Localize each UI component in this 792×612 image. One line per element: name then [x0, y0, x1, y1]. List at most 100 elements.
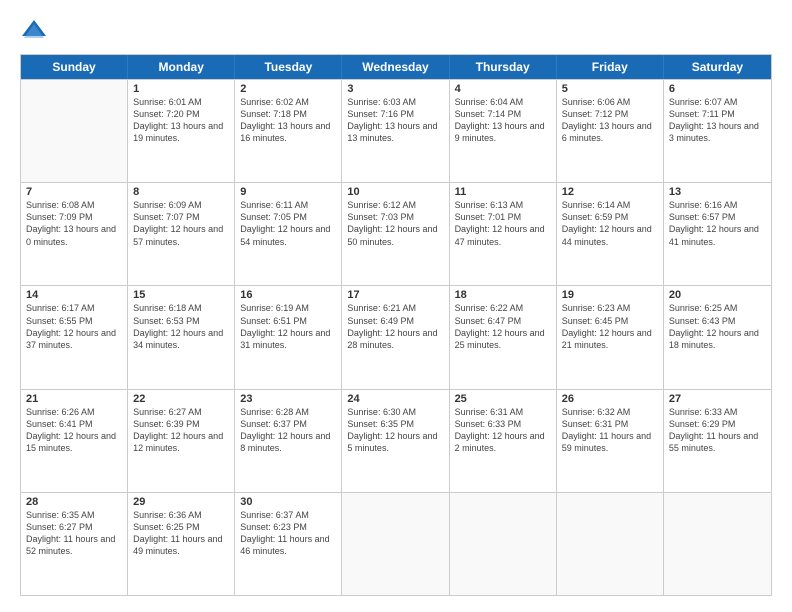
day-info: Sunrise: 6:06 AM Sunset: 7:12 PM Dayligh…: [562, 96, 658, 145]
day-info: Sunrise: 6:37 AM Sunset: 6:23 PM Dayligh…: [240, 509, 336, 558]
day-number: 15: [133, 289, 229, 301]
calendar-cell-r1-c5: 12Sunrise: 6:14 AM Sunset: 6:59 PM Dayli…: [557, 183, 664, 285]
day-number: 3: [347, 83, 443, 95]
calendar-cell-r4-c4: [450, 493, 557, 595]
calendar-row-5: 28Sunrise: 6:35 AM Sunset: 6:27 PM Dayli…: [21, 492, 771, 595]
weekday-header-monday: Monday: [128, 55, 235, 79]
page: SundayMondayTuesdayWednesdayThursdayFrid…: [0, 0, 792, 612]
calendar-cell-r0-c4: 4Sunrise: 6:04 AM Sunset: 7:14 PM Daylig…: [450, 80, 557, 182]
calendar-cell-r1-c2: 9Sunrise: 6:11 AM Sunset: 7:05 PM Daylig…: [235, 183, 342, 285]
calendar: SundayMondayTuesdayWednesdayThursdayFrid…: [20, 54, 772, 596]
calendar-cell-r4-c3: [342, 493, 449, 595]
calendar-cell-r2-c4: 18Sunrise: 6:22 AM Sunset: 6:47 PM Dayli…: [450, 286, 557, 388]
day-info: Sunrise: 6:04 AM Sunset: 7:14 PM Dayligh…: [455, 96, 551, 145]
day-info: Sunrise: 6:19 AM Sunset: 6:51 PM Dayligh…: [240, 302, 336, 351]
day-number: 17: [347, 289, 443, 301]
day-number: 27: [669, 393, 766, 405]
day-number: 29: [133, 496, 229, 508]
calendar-row-3: 14Sunrise: 6:17 AM Sunset: 6:55 PM Dayli…: [21, 285, 771, 388]
day-number: 19: [562, 289, 658, 301]
day-info: Sunrise: 6:31 AM Sunset: 6:33 PM Dayligh…: [455, 406, 551, 455]
calendar-cell-r1-c4: 11Sunrise: 6:13 AM Sunset: 7:01 PM Dayli…: [450, 183, 557, 285]
calendar-cell-r4-c1: 29Sunrise: 6:36 AM Sunset: 6:25 PM Dayli…: [128, 493, 235, 595]
calendar-cell-r1-c0: 7Sunrise: 6:08 AM Sunset: 7:09 PM Daylig…: [21, 183, 128, 285]
calendar-cell-r0-c6: 6Sunrise: 6:07 AM Sunset: 7:11 PM Daylig…: [664, 80, 771, 182]
day-info: Sunrise: 6:23 AM Sunset: 6:45 PM Dayligh…: [562, 302, 658, 351]
day-info: Sunrise: 6:18 AM Sunset: 6:53 PM Dayligh…: [133, 302, 229, 351]
day-info: Sunrise: 6:22 AM Sunset: 6:47 PM Dayligh…: [455, 302, 551, 351]
day-info: Sunrise: 6:36 AM Sunset: 6:25 PM Dayligh…: [133, 509, 229, 558]
calendar-cell-r3-c2: 23Sunrise: 6:28 AM Sunset: 6:37 PM Dayli…: [235, 390, 342, 492]
day-info: Sunrise: 6:16 AM Sunset: 6:57 PM Dayligh…: [669, 199, 766, 248]
day-info: Sunrise: 6:07 AM Sunset: 7:11 PM Dayligh…: [669, 96, 766, 145]
day-info: Sunrise: 6:14 AM Sunset: 6:59 PM Dayligh…: [562, 199, 658, 248]
day-number: 26: [562, 393, 658, 405]
calendar-body: 1Sunrise: 6:01 AM Sunset: 7:20 PM Daylig…: [21, 79, 771, 595]
calendar-header: SundayMondayTuesdayWednesdayThursdayFrid…: [21, 55, 771, 79]
day-info: Sunrise: 6:30 AM Sunset: 6:35 PM Dayligh…: [347, 406, 443, 455]
header: [20, 16, 772, 44]
day-number: 8: [133, 186, 229, 198]
day-number: 14: [26, 289, 122, 301]
day-info: Sunrise: 6:02 AM Sunset: 7:18 PM Dayligh…: [240, 96, 336, 145]
weekday-header-thursday: Thursday: [450, 55, 557, 79]
day-number: 11: [455, 186, 551, 198]
calendar-cell-r2-c5: 19Sunrise: 6:23 AM Sunset: 6:45 PM Dayli…: [557, 286, 664, 388]
calendar-cell-r0-c3: 3Sunrise: 6:03 AM Sunset: 7:16 PM Daylig…: [342, 80, 449, 182]
calendar-cell-r2-c0: 14Sunrise: 6:17 AM Sunset: 6:55 PM Dayli…: [21, 286, 128, 388]
day-number: 4: [455, 83, 551, 95]
day-info: Sunrise: 6:26 AM Sunset: 6:41 PM Dayligh…: [26, 406, 122, 455]
day-number: 10: [347, 186, 443, 198]
day-number: 2: [240, 83, 336, 95]
day-number: 24: [347, 393, 443, 405]
weekday-header-wednesday: Wednesday: [342, 55, 449, 79]
day-info: Sunrise: 6:28 AM Sunset: 6:37 PM Dayligh…: [240, 406, 336, 455]
calendar-cell-r2-c1: 15Sunrise: 6:18 AM Sunset: 6:53 PM Dayli…: [128, 286, 235, 388]
calendar-cell-r0-c2: 2Sunrise: 6:02 AM Sunset: 7:18 PM Daylig…: [235, 80, 342, 182]
day-number: 18: [455, 289, 551, 301]
calendar-cell-r4-c6: [664, 493, 771, 595]
weekday-header-sunday: Sunday: [21, 55, 128, 79]
day-number: 5: [562, 83, 658, 95]
calendar-cell-r3-c0: 21Sunrise: 6:26 AM Sunset: 6:41 PM Dayli…: [21, 390, 128, 492]
calendar-cell-r0-c1: 1Sunrise: 6:01 AM Sunset: 7:20 PM Daylig…: [128, 80, 235, 182]
calendar-cell-r2-c2: 16Sunrise: 6:19 AM Sunset: 6:51 PM Dayli…: [235, 286, 342, 388]
day-number: 21: [26, 393, 122, 405]
calendar-cell-r3-c4: 25Sunrise: 6:31 AM Sunset: 6:33 PM Dayli…: [450, 390, 557, 492]
calendar-cell-r4-c0: 28Sunrise: 6:35 AM Sunset: 6:27 PM Dayli…: [21, 493, 128, 595]
day-info: Sunrise: 6:27 AM Sunset: 6:39 PM Dayligh…: [133, 406, 229, 455]
day-info: Sunrise: 6:12 AM Sunset: 7:03 PM Dayligh…: [347, 199, 443, 248]
day-number: 22: [133, 393, 229, 405]
calendar-cell-r3-c6: 27Sunrise: 6:33 AM Sunset: 6:29 PM Dayli…: [664, 390, 771, 492]
day-number: 23: [240, 393, 336, 405]
day-number: 6: [669, 83, 766, 95]
day-info: Sunrise: 6:01 AM Sunset: 7:20 PM Dayligh…: [133, 96, 229, 145]
weekday-header-tuesday: Tuesday: [235, 55, 342, 79]
calendar-cell-r3-c3: 24Sunrise: 6:30 AM Sunset: 6:35 PM Dayli…: [342, 390, 449, 492]
calendar-row-1: 1Sunrise: 6:01 AM Sunset: 7:20 PM Daylig…: [21, 79, 771, 182]
day-info: Sunrise: 6:25 AM Sunset: 6:43 PM Dayligh…: [669, 302, 766, 351]
day-number: 28: [26, 496, 122, 508]
day-number: 13: [669, 186, 766, 198]
calendar-cell-r2-c6: 20Sunrise: 6:25 AM Sunset: 6:43 PM Dayli…: [664, 286, 771, 388]
day-number: 12: [562, 186, 658, 198]
day-info: Sunrise: 6:17 AM Sunset: 6:55 PM Dayligh…: [26, 302, 122, 351]
calendar-row-2: 7Sunrise: 6:08 AM Sunset: 7:09 PM Daylig…: [21, 182, 771, 285]
day-info: Sunrise: 6:35 AM Sunset: 6:27 PM Dayligh…: [26, 509, 122, 558]
day-info: Sunrise: 6:11 AM Sunset: 7:05 PM Dayligh…: [240, 199, 336, 248]
day-number: 9: [240, 186, 336, 198]
calendar-cell-r1-c3: 10Sunrise: 6:12 AM Sunset: 7:03 PM Dayli…: [342, 183, 449, 285]
day-info: Sunrise: 6:33 AM Sunset: 6:29 PM Dayligh…: [669, 406, 766, 455]
day-number: 30: [240, 496, 336, 508]
weekday-header-saturday: Saturday: [664, 55, 771, 79]
day-info: Sunrise: 6:21 AM Sunset: 6:49 PM Dayligh…: [347, 302, 443, 351]
day-info: Sunrise: 6:08 AM Sunset: 7:09 PM Dayligh…: [26, 199, 122, 248]
day-number: 1: [133, 83, 229, 95]
logo-icon: [20, 16, 48, 44]
day-number: 25: [455, 393, 551, 405]
day-number: 7: [26, 186, 122, 198]
calendar-cell-r0-c0: [21, 80, 128, 182]
calendar-cell-r3-c5: 26Sunrise: 6:32 AM Sunset: 6:31 PM Dayli…: [557, 390, 664, 492]
day-info: Sunrise: 6:09 AM Sunset: 7:07 PM Dayligh…: [133, 199, 229, 248]
day-number: 16: [240, 289, 336, 301]
